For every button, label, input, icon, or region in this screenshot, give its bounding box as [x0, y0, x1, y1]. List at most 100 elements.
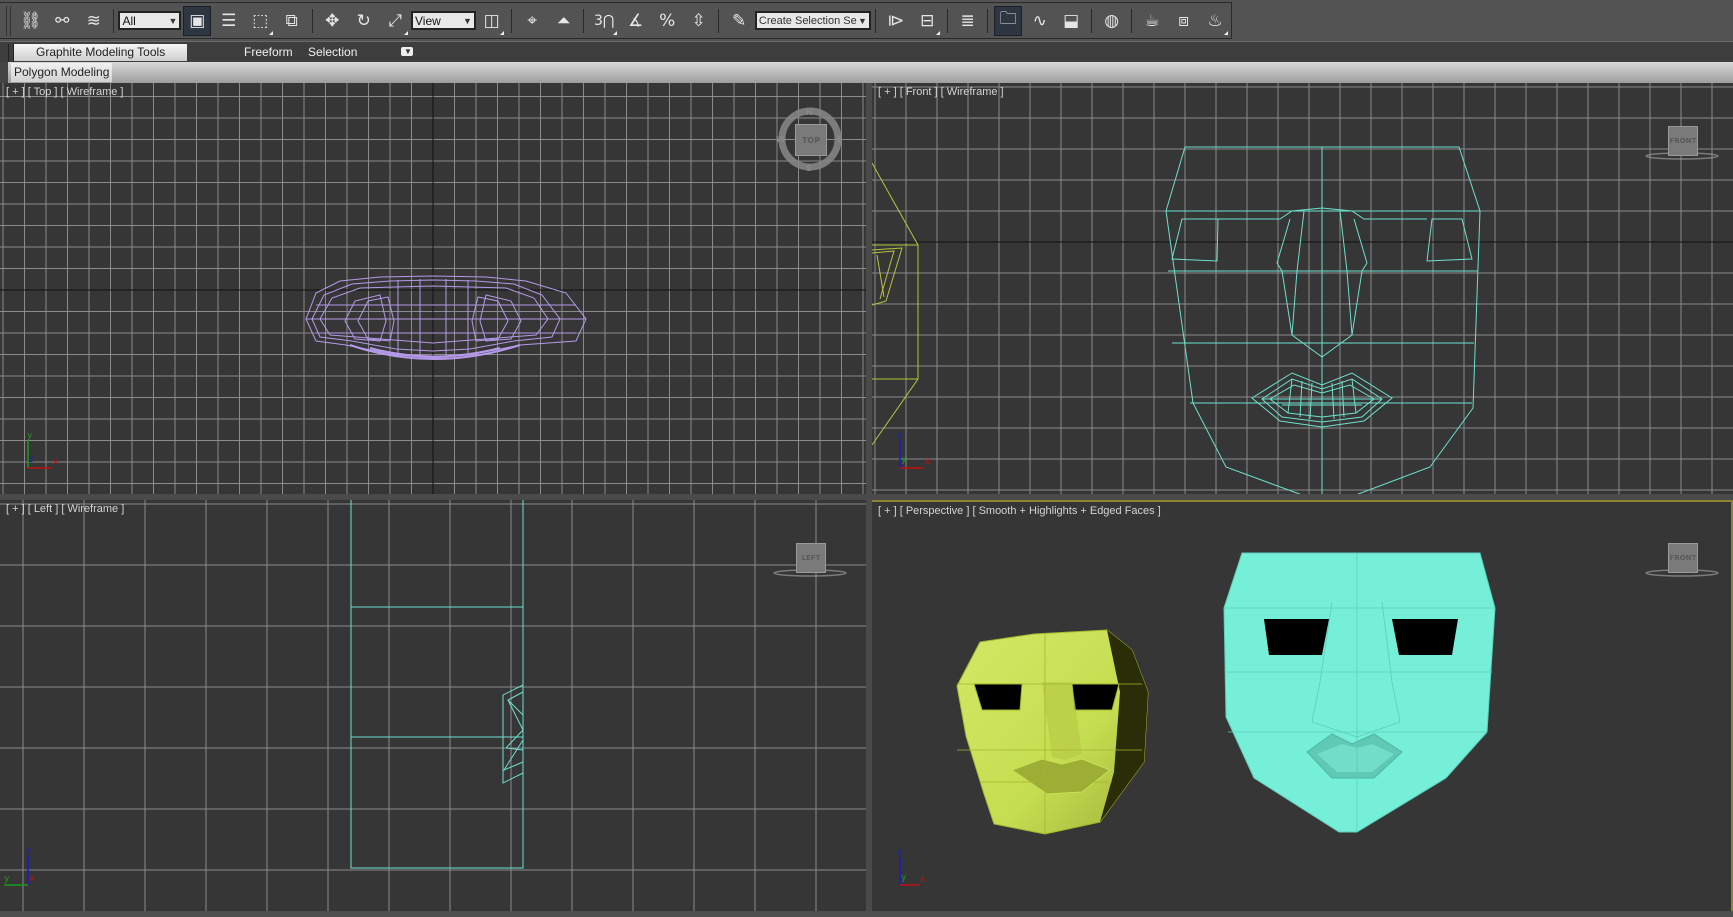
reference-coordinate-dropdown[interactable]: View ▼ — [410, 11, 476, 30]
selection-filter-dropdown[interactable]: All ▼ — [118, 11, 182, 30]
render-production-button[interactable]: ♨ — [1201, 6, 1229, 36]
toolbar-separator — [511, 8, 513, 33]
align-button[interactable]: ⊟ — [913, 6, 941, 36]
material-editor-icon: ◍ — [1104, 10, 1120, 31]
teapot-render-icon: ♨ — [1207, 10, 1223, 31]
viewcube-top[interactable]: N E S W TOP — [776, 105, 844, 173]
viewcube-face[interactable]: FRONT — [1668, 543, 1698, 573]
rectangle-selection-icon: ⬚ — [252, 10, 269, 31]
viewport-splitter-vertical[interactable] — [866, 83, 872, 917]
window-crossing-button[interactable]: ⧉ — [278, 6, 306, 36]
viewport-left[interactable]: [ + ] [ Left ] [ Wireframe ] z y x LEFT — [0, 500, 866, 911]
mirror-icon: ⧐ — [887, 10, 905, 31]
rectangular-selection-button[interactable]: ⬚ — [247, 6, 275, 36]
rendered-frame-window-button[interactable]: ⧈ — [1170, 6, 1198, 36]
mirror-button[interactable]: ⧐ — [882, 6, 910, 36]
select-and-rotate-button[interactable]: ↻ — [350, 6, 378, 36]
toolbar-separator — [113, 8, 115, 33]
select-by-name-button[interactable]: ☰ — [215, 6, 243, 36]
named-selection-sets-dropdown[interactable]: Create Selection Se ▼ — [754, 11, 871, 30]
left-viewport-canvas: z y x — [0, 500, 866, 911]
spinner-snap-icon: ⇳ — [691, 10, 706, 31]
viewcube-face[interactable]: FRONT — [1668, 126, 1698, 156]
viewcube-left[interactable]: LEFT — [770, 540, 850, 580]
cyan-mask-side-wireframe — [350, 500, 524, 869]
render-setup-button[interactable]: ☕ — [1138, 6, 1166, 36]
perspective-viewport-canvas: z x y — [897, 552, 1496, 886]
viewcube-front[interactable]: FRONT — [1642, 123, 1722, 163]
percent-snap-button[interactable]: % — [653, 6, 681, 36]
keyboard-shortcut-override-button[interactable]: ⏶ — [550, 6, 578, 36]
schematic-view-button[interactable]: ⬓ — [1057, 6, 1085, 36]
toolbar-separator — [874, 8, 876, 33]
axis-label-x: x — [29, 874, 35, 884]
layer-manager-button[interactable]: ≣ — [954, 6, 982, 36]
ribbon-options-dropdown[interactable]: ▼ — [401, 47, 413, 56]
viewcube-face[interactable]: TOP — [795, 124, 827, 156]
viewport-label[interactable]: [ + ] [ Top ] [ Wireframe ] — [6, 86, 123, 98]
axis-label-z: z — [897, 431, 902, 441]
front-viewport-canvas: z x y — [872, 83, 1733, 494]
compass-w: W — [776, 135, 785, 144]
selection-filter-value: All — [122, 13, 136, 28]
cyan-mask-shaded — [1223, 552, 1496, 833]
tab-freeform[interactable]: Freeform — [244, 44, 293, 61]
toolbar-grip[interactable] — [6, 5, 11, 36]
viewport-front[interactable]: [ + ] [ Front ] [ Wireframe ] z x y FRON… — [872, 83, 1733, 494]
unlink-icon: ⚯ — [55, 10, 70, 31]
axis-tripod: z x y — [897, 848, 926, 886]
schematic-view-icon: ⬓ — [1063, 10, 1080, 31]
axis-tripod: z y x — [4, 846, 35, 886]
tab-selection[interactable]: Selection — [308, 44, 357, 61]
edit-named-selection-button[interactable]: ✎ — [725, 6, 753, 36]
angle-snap-button[interactable]: ∡ — [622, 6, 650, 36]
viewport-splitter-horizontal[interactable] — [0, 494, 1733, 500]
toolbar-separator — [718, 8, 720, 33]
panel-polygon-modeling[interactable]: Polygon Modeling — [11, 63, 113, 82]
viewport-perspective[interactable]: [ + ] [ Perspective ] [ Smooth + Highlig… — [870, 500, 1733, 913]
axis-label-x: x — [925, 457, 931, 467]
axis-label-y: y — [901, 873, 907, 883]
scale-icon: ⤢ — [388, 10, 403, 31]
flyout-corner-icon — [612, 30, 617, 35]
toolbar-separator — [987, 8, 989, 33]
select-by-name-icon: ☰ — [221, 10, 237, 31]
use-pivot-center-button[interactable]: ◫ — [478, 6, 506, 36]
select-and-link-button[interactable]: ⛓ — [17, 6, 45, 36]
viewcube-perspective[interactable]: FRONT — [1642, 540, 1722, 580]
curve-editor-button[interactable]: ∿ — [1026, 6, 1054, 36]
move-icon: ✥ — [325, 10, 340, 31]
compass-s: S — [806, 164, 812, 173]
select-and-scale-button[interactable]: ⤢ — [381, 6, 409, 36]
axis-label-z: z — [28, 455, 33, 465]
teapot-setup-icon: ☕ — [1144, 10, 1160, 31]
bind-to-space-warp-button[interactable]: ≋ — [80, 6, 108, 36]
viewport-label[interactable]: [ + ] [ Perspective ] [ Smooth + Highlig… — [878, 505, 1161, 517]
select-object-button[interactable]: ▣ — [183, 5, 211, 36]
select-object-icon: ▣ — [189, 10, 206, 31]
tab-graphite-modeling-tools[interactable]: Graphite Modeling Tools — [14, 44, 188, 61]
mask-mesh-wireframe-top — [305, 275, 587, 360]
viewcube-face[interactable]: LEFT — [796, 543, 826, 573]
rotate-icon: ↻ — [356, 10, 371, 31]
material-editor-button[interactable]: ◍ — [1098, 6, 1126, 36]
viewport-top[interactable]: [ + ] [ Top ] [ Wireframe ] y x z N E S … — [0, 83, 866, 494]
unlink-selection-button[interactable]: ⚯ — [48, 6, 76, 36]
viewport-label[interactable]: [ + ] [ Left ] [ Wireframe ] — [6, 503, 124, 515]
layers-icon: ≣ — [960, 10, 975, 31]
caret-down-icon: ▼ — [404, 47, 412, 56]
axis-label-z: z — [26, 846, 31, 856]
time-slider-strip[interactable] — [0, 911, 1733, 917]
select-and-manipulate-button[interactable]: ⌖ — [518, 6, 546, 36]
spinner-snap-button[interactable]: ⇳ — [685, 6, 713, 36]
align-icon: ⊟ — [920, 10, 935, 31]
select-and-move-button[interactable]: ✥ — [318, 6, 346, 36]
viewport-label[interactable]: [ + ] [ Front ] [ Wireframe ] — [878, 86, 1004, 98]
snap-3d-icon: 3⋂ — [593, 12, 615, 29]
snaps-toggle-button[interactable]: 3⋂ — [590, 6, 618, 36]
axis-label-y: y — [27, 431, 33, 441]
shortcut-override-icon: ⏶ — [556, 10, 571, 31]
manipulate-icon: ⌖ — [527, 10, 537, 31]
edit-named-selection-icon: ✎ — [732, 10, 747, 31]
scene-explorer-button[interactable]: 🗀 — [994, 5, 1022, 36]
